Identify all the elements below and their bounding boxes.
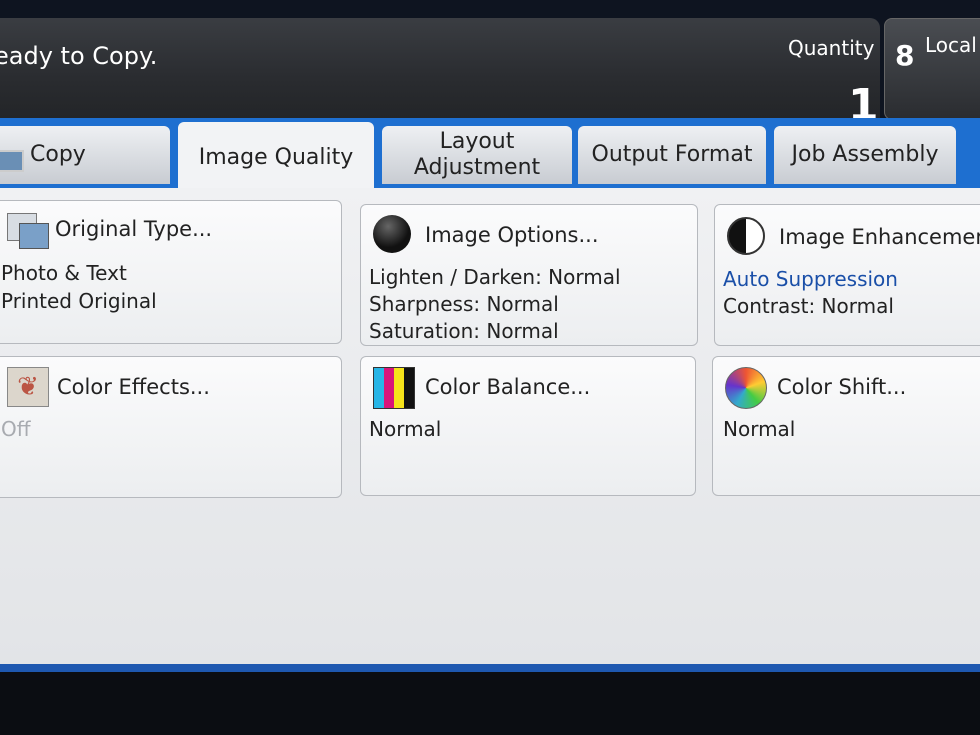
image-enhancement-title: Image Enhancemer xyxy=(779,225,980,249)
color-shift-title: Color Shift... xyxy=(777,375,907,399)
tab-copy[interactable]: Copy xyxy=(0,126,170,184)
image-options-value-1: Lighten / Darken: Normal xyxy=(369,265,621,289)
tab-job-assembly-label: Job Assembly xyxy=(791,142,939,167)
tab-copy-label: Copy xyxy=(30,142,86,167)
status-message: eady to Copy. xyxy=(0,42,158,70)
color-balance-button[interactable]: Color Balance... Normal xyxy=(360,356,696,496)
color-balance-value: Normal xyxy=(369,417,442,441)
sphere-icon xyxy=(373,215,411,253)
contrast-icon xyxy=(727,217,765,255)
local-label: Local xyxy=(925,33,977,57)
original-type-value-1: Photo & Text xyxy=(1,261,127,285)
screen-bezel xyxy=(0,672,980,735)
copy-icon xyxy=(0,150,24,172)
user-key-icon: 8 xyxy=(895,39,915,72)
quantity-label: Quantity xyxy=(788,36,875,60)
tab-image-quality-label: Image Quality xyxy=(198,145,354,170)
original-type-icon xyxy=(7,213,49,249)
tab-output-format-label: Output Format xyxy=(591,142,753,167)
original-type-button[interactable]: Original Type... Photo & Text Printed Or… xyxy=(0,200,342,344)
bottom-accent-bar xyxy=(0,664,980,672)
image-enhancement-value-2: Contrast: Normal xyxy=(723,294,894,318)
original-type-title: Original Type... xyxy=(55,217,213,241)
butterfly-icon: ❦ xyxy=(7,367,49,407)
tab-layout-adjustment-label: Layout Adjustment xyxy=(413,129,541,180)
tab-output-format[interactable]: Output Format xyxy=(578,126,766,184)
copier-screen: eady to Copy. Quantity 1 8 Local Copy Im… xyxy=(0,0,980,735)
color-effects-title: Color Effects... xyxy=(57,375,210,399)
color-wheel-icon xyxy=(725,367,767,409)
image-enhancement-value-1: Auto Suppression xyxy=(723,267,898,291)
image-enhancement-button[interactable]: Image Enhancemer Auto Suppression Contra… xyxy=(714,204,980,346)
status-header: eady to Copy. Quantity 1 xyxy=(0,18,880,131)
tab-job-assembly[interactable]: Job Assembly xyxy=(774,126,956,184)
image-options-title: Image Options... xyxy=(425,223,599,247)
tab-image-quality[interactable]: Image Quality xyxy=(178,122,374,194)
color-shift-button[interactable]: Color Shift... Normal xyxy=(712,356,980,496)
tab-layout-adjustment[interactable]: Layout Adjustment xyxy=(382,126,572,184)
original-type-value-2: Printed Original xyxy=(1,289,157,313)
color-shift-value: Normal xyxy=(723,417,796,441)
color-effects-value: Off xyxy=(1,417,31,441)
image-options-button[interactable]: Image Options... Lighten / Darken: Norma… xyxy=(360,204,698,346)
cmyk-bars-icon xyxy=(373,367,415,409)
local-login-button[interactable]: 8 Local xyxy=(884,18,980,120)
image-options-value-2: Sharpness: Normal xyxy=(369,292,559,316)
color-balance-title: Color Balance... xyxy=(425,375,591,399)
image-options-value-3: Saturation: Normal xyxy=(369,319,559,343)
color-effects-button[interactable]: ❦ Color Effects... Off xyxy=(0,356,342,498)
